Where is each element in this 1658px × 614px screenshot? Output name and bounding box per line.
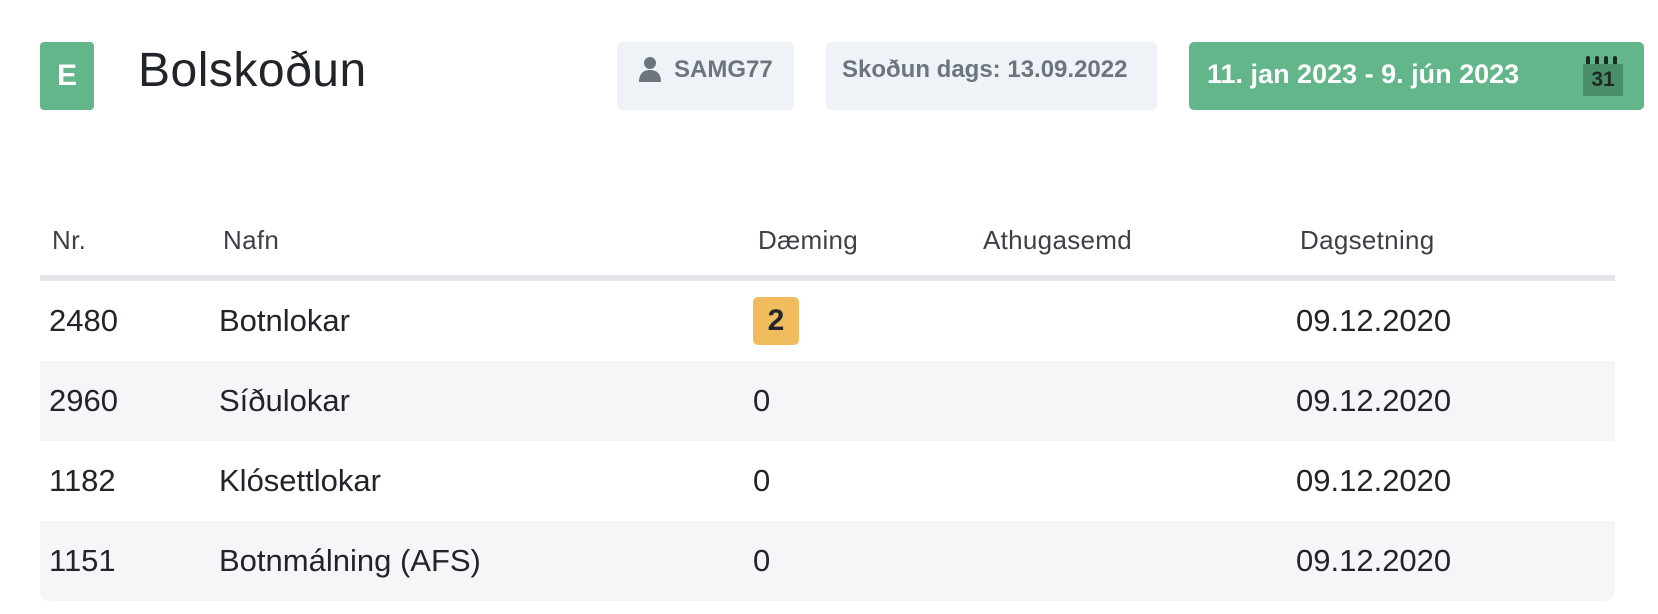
page: E Bolskoðun SAMG77 Skoðun dags: 13.09.20… — [0, 0, 1658, 614]
table-row[interactable]: 1151 Botnmálning (AFS) 0 09.12.2020 — [40, 521, 1615, 601]
column-header-name[interactable]: Nafn — [223, 225, 279, 256]
calendar-icon: 31 — [1582, 56, 1624, 96]
calendar-day: 31 — [1583, 64, 1623, 96]
date-range-picker-button[interactable]: 11. jan 2023 - 9. jún 2023 31 — [1189, 42, 1644, 110]
column-header-date[interactable]: Dagsetning — [1300, 225, 1435, 256]
table-header: Nr. Nafn Dæming Athugasemd Dagsetning — [40, 215, 1615, 281]
cell-rating: 0 — [753, 463, 771, 498]
cell-name: Síðulokar — [219, 383, 350, 418]
logo-badge: E — [40, 42, 94, 110]
cell-name: Botnmálning (AFS) — [219, 543, 481, 578]
user-badge: SAMG77 — [617, 42, 794, 110]
table-row[interactable]: 2960 Síðulokar 0 09.12.2020 — [40, 361, 1615, 441]
table-row[interactable]: 1182 Klósettlokar 0 09.12.2020 — [40, 441, 1615, 521]
cell-nr: 1151 — [49, 543, 116, 578]
cell-nr: 1182 — [49, 463, 116, 498]
user-name: SAMG77 — [674, 56, 773, 83]
inspection-date-badge: Skoðun dags: 13.09.2022 — [826, 42, 1157, 110]
table-body: 2480 Botnlokar 2 09.12.2020 2960 Síðulok… — [40, 281, 1615, 601]
cell-nr: 2960 — [49, 383, 118, 418]
date-range-label: 11. jan 2023 - 9. jún 2023 — [1207, 59, 1520, 89]
column-header-nr[interactable]: Nr. — [52, 225, 86, 256]
cell-name: Klósettlokar — [219, 463, 381, 498]
cell-rating: 2 — [753, 281, 799, 361]
table-row[interactable]: 2480 Botnlokar 2 09.12.2020 — [40, 281, 1615, 361]
column-header-comment[interactable]: Athugasemd — [983, 225, 1132, 256]
inspection-date-label: Skoðun dags: 13.09.2022 — [842, 56, 1128, 83]
cell-nr: 2480 — [49, 303, 118, 338]
cell-rating: 0 — [753, 383, 771, 418]
column-header-rating[interactable]: Dæming — [758, 225, 858, 256]
cell-name: Botnlokar — [219, 303, 350, 338]
user-icon — [639, 57, 661, 82]
cell-date: 09.12.2020 — [1296, 383, 1452, 418]
cell-date: 09.12.2020 — [1296, 303, 1452, 338]
inspection-table: Nr. Nafn Dæming Athugasemd Dagsetning 24… — [40, 215, 1615, 601]
rating-badge: 2 — [753, 297, 799, 345]
cell-rating: 0 — [753, 543, 771, 578]
logo-letter: E — [56, 59, 77, 92]
cell-date: 09.12.2020 — [1296, 463, 1452, 498]
cell-date: 09.12.2020 — [1296, 543, 1452, 578]
page-title: Bolskoðun — [138, 44, 367, 97]
